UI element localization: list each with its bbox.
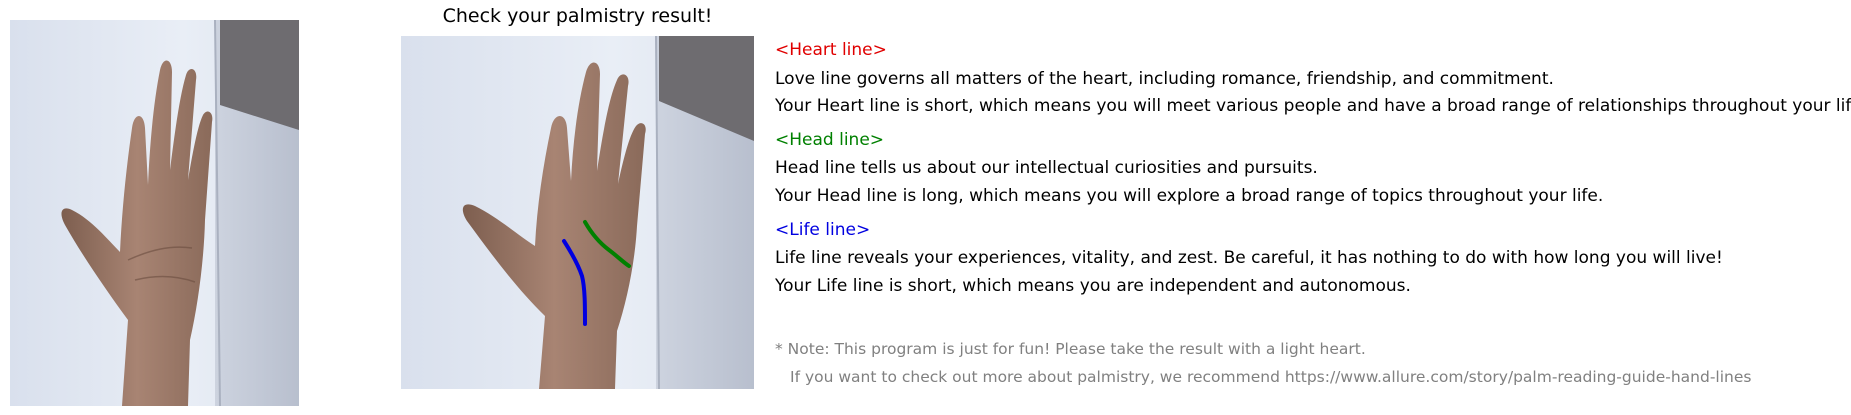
head-line-header: <Head line>	[775, 130, 884, 150]
life-line-result: Your Life line is short, which means you…	[775, 276, 1411, 296]
heart-line-header-text: <Heart line>	[775, 40, 887, 60]
palm-photo-annotated	[401, 36, 754, 389]
heart-line-description: Love line governs all matters of the hea…	[775, 69, 1554, 89]
heart-line-header: <Heart line>	[775, 40, 887, 60]
head-line-header-text: <Head line>	[775, 130, 885, 150]
head-line-result: Your Head line is long, which means you …	[775, 186, 1604, 206]
result-title: Check your palmistry result!	[442, 5, 713, 27]
heart-line-result: Your Heart line is short, which means yo…	[775, 96, 1851, 116]
head-line-description: Head line tells us about our intellectua…	[775, 158, 1318, 178]
life-line-header: <Life line>	[775, 220, 870, 240]
original-palm-image	[10, 20, 299, 406]
palmistry-reference-note: If you want to check out more about palm…	[790, 368, 1752, 386]
life-line-description: Life line reveals your experiences, vita…	[775, 248, 1723, 268]
fun-disclaimer-note: * Note: This program is just for fun! Pl…	[775, 340, 1366, 358]
result-palm-image	[401, 36, 754, 389]
palm-photo	[10, 20, 299, 406]
life-line-header-text: <Life line>	[775, 220, 871, 240]
